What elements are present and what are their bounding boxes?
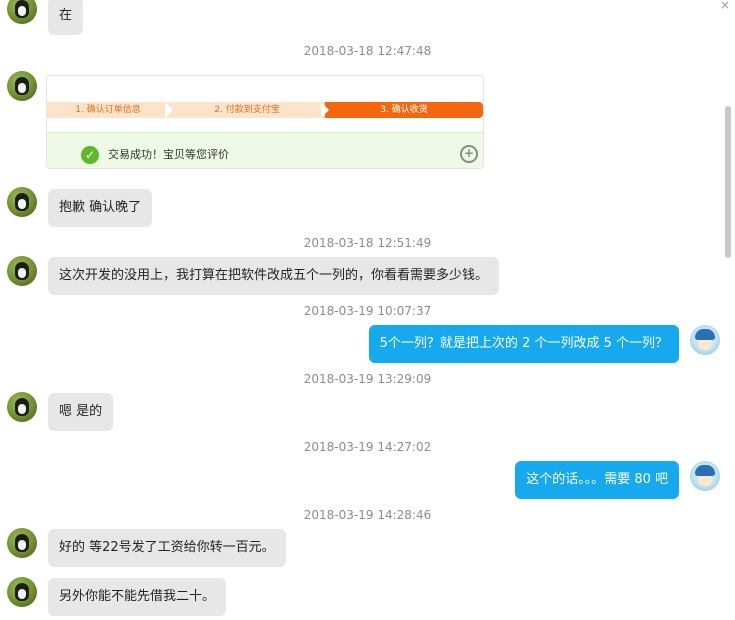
step-divider xyxy=(165,102,173,118)
step-confirm-order: 1. 确认订单信息 xyxy=(47,102,169,118)
my-message-bubble: 5个一列？就是把上次的 2 个一列改成 5 个一列？ xyxy=(368,325,679,363)
my-message-bubble: 这个的话。。。需要 80 吧 xyxy=(515,461,679,499)
contact-avatar[interactable] xyxy=(7,71,37,101)
contact-avatar[interactable] xyxy=(7,392,37,422)
message-bubble: 在 xyxy=(48,0,84,35)
step-confirm-receipt: 3. 确认收货 xyxy=(325,102,483,118)
message-bubble: 抱歉 确认晚了 xyxy=(48,189,153,227)
timestamp: 2018-03-19 14:27:02 xyxy=(303,440,432,454)
contact-avatar[interactable] xyxy=(7,0,37,24)
contact-avatar[interactable] xyxy=(7,187,37,217)
order-status-card[interactable]: 1. 确认订单信息 2. 付款到支付宝 3. 确认收货 ✓ 交易成功！宝贝等您评… xyxy=(46,75,484,169)
timestamp: 2018-03-19 13:29:09 xyxy=(303,372,432,386)
contact-avatar[interactable] xyxy=(7,528,37,558)
message-bubble: 好的 等22号发了工资给你转一百元。 xyxy=(48,529,286,567)
timestamp: 2018-03-18 12:47:48 xyxy=(303,44,432,58)
timestamp: 2018-03-19 10:07:37 xyxy=(303,304,432,318)
order-progress-steps: 1. 确认订单信息 2. 付款到支付宝 3. 确认收货 xyxy=(47,102,483,118)
step-divider xyxy=(321,102,329,118)
my-avatar[interactable] xyxy=(690,461,720,491)
contact-avatar[interactable] xyxy=(7,256,37,286)
timestamp: 2018-03-18 12:51:49 xyxy=(303,236,432,250)
check-circle-icon: ✓ xyxy=(81,146,99,164)
message-bubble: 嗯 是的 xyxy=(48,393,114,431)
timestamp: 2018-03-19 14:28:46 xyxy=(303,508,432,522)
message-bubble: 这次开发的没用上，我打算在把软件改成五个一列的，你看看需要多少钱。 xyxy=(48,257,500,295)
zoom-in-icon[interactable]: + xyxy=(460,145,478,163)
success-text: 交易成功！宝贝等您评价 xyxy=(108,148,229,161)
message-bubble: 另外你能不能先借我二十。 xyxy=(48,578,227,616)
my-avatar[interactable] xyxy=(690,325,720,355)
contact-avatar[interactable] xyxy=(7,577,37,607)
step-pay-alipay: 2. 付款到支付宝 xyxy=(169,102,325,118)
